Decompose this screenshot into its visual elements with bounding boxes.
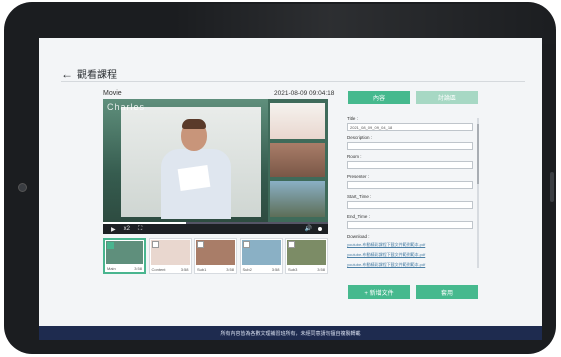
start-time-field[interactable]	[347, 201, 473, 209]
thumbnail-duration: 3:58	[134, 266, 142, 271]
presenter-hair-image	[182, 119, 206, 129]
description-field[interactable]	[347, 142, 473, 150]
details-form: Title : 2021_08_09_09_04_18 Description …	[345, 110, 479, 270]
thumbnail-duration: 3:58	[271, 267, 280, 272]
title-label: Title :	[347, 116, 358, 121]
thumbnail-caption: Sub1	[197, 267, 207, 272]
back-arrow-icon[interactable]: ←	[61, 67, 73, 81]
form-scrollbar-thumb[interactable]	[477, 124, 479, 184]
room-label: Room :	[347, 154, 362, 159]
tab-discussion[interactable]: 討論區	[416, 91, 478, 104]
thumbnail-checkbox[interactable]	[107, 242, 114, 249]
end-time-field[interactable]	[347, 221, 473, 229]
watermark-text: Charles	[107, 102, 146, 112]
speed-button[interactable]: x2	[124, 226, 130, 232]
thumbnail-duration: 3:58	[226, 267, 234, 272]
app-screen: ← 觀看課程 Movie 2021-08-09 09:04:18 Charles	[39, 38, 542, 340]
volume-icon[interactable]: 🔊	[305, 225, 312, 232]
settings-dot-icon[interactable]	[318, 227, 322, 231]
thumbnail-caption: Sub2	[242, 267, 252, 272]
add-file-button[interactable]: + 新增文件	[348, 285, 410, 299]
end-time-label: End_Time :	[347, 214, 370, 219]
side-video-2[interactable]	[270, 143, 325, 177]
video-thumbnail[interactable]: Sub1 3:58	[194, 238, 237, 274]
footer-notice: 所有內容皆為各數文理補習班所有，未經同意請勿擅自複製轉載	[39, 326, 542, 340]
thumbnail-caption: Main	[107, 266, 116, 271]
video-controls: ▶ x2 ⛶ 🔊	[103, 224, 328, 234]
video-frame: Charles	[103, 99, 268, 224]
video-thumbnail[interactable]: Sub3 3:58	[285, 238, 328, 274]
page-title: 觀看課程	[77, 70, 117, 81]
side-video-panel	[270, 103, 325, 217]
video-player[interactable]: Charles	[103, 99, 328, 224]
back-nav[interactable]: ← 觀看課程	[61, 66, 117, 82]
title-field[interactable]: 2021_08_09_09_04_18	[347, 123, 473, 131]
thumbnail-duration: 3:58	[317, 267, 325, 272]
tablet-frame: ← 觀看課程 Movie 2021-08-09 09:04:18 Charles	[4, 2, 561, 354]
movie-label: Movie	[103, 90, 122, 97]
header-divider	[61, 81, 525, 82]
paper-image	[177, 165, 211, 191]
download-label: Download :	[347, 234, 370, 239]
tab-content[interactable]: 內容	[348, 91, 410, 104]
video-thumbnail[interactable]: Content 3:58	[148, 238, 192, 274]
download-link[interactable]: youtube-布動精彩課程下載文件範例範本.pdf	[347, 262, 425, 268]
presenter-field[interactable]	[347, 181, 473, 189]
play-icon[interactable]: ▶	[111, 226, 116, 233]
recording-timestamp: 2021-08-09 09:04:18	[274, 90, 335, 97]
room-field[interactable]	[347, 161, 473, 169]
download-link[interactable]: youtube-布動精彩課程下載文件範例範本.pdf	[347, 242, 425, 248]
presenter-label: Presenter :	[347, 174, 370, 179]
thumbnail-checkbox[interactable]	[197, 241, 204, 248]
form-scrollbar[interactable]	[477, 118, 479, 268]
thumbnail-checkbox[interactable]	[288, 241, 295, 248]
thumbnail-checkbox[interactable]	[242, 241, 250, 248]
description-label: Description :	[347, 135, 373, 140]
camera-dot	[18, 183, 27, 192]
thumbnail-caption: Sub3	[288, 267, 298, 272]
start-time-label: Start_Time :	[347, 194, 372, 199]
thumbnail-checkbox[interactable]	[151, 241, 159, 248]
fullscreen-icon[interactable]: ⛶	[138, 226, 142, 233]
tablet-side-button	[550, 172, 554, 202]
thumbnail-duration: 3:58	[180, 267, 189, 272]
thumbnail-caption: Content	[151, 267, 166, 272]
apply-button[interactable]: 套用	[416, 285, 478, 299]
video-thumbnail[interactable]: Sub2 3:58	[239, 238, 283, 274]
download-link[interactable]: youtube-布動精彩課程下載文件範例範本.pdf	[347, 252, 425, 258]
thumbnail-strip: Main 3:58 Content 3:58 Sub1 3:58 Sub2 3:58 Sub3 3…	[103, 238, 328, 274]
side-video-1[interactable]	[270, 103, 325, 139]
video-thumbnail[interactable]: Main 3:58	[103, 238, 146, 274]
side-video-3[interactable]	[270, 181, 325, 217]
